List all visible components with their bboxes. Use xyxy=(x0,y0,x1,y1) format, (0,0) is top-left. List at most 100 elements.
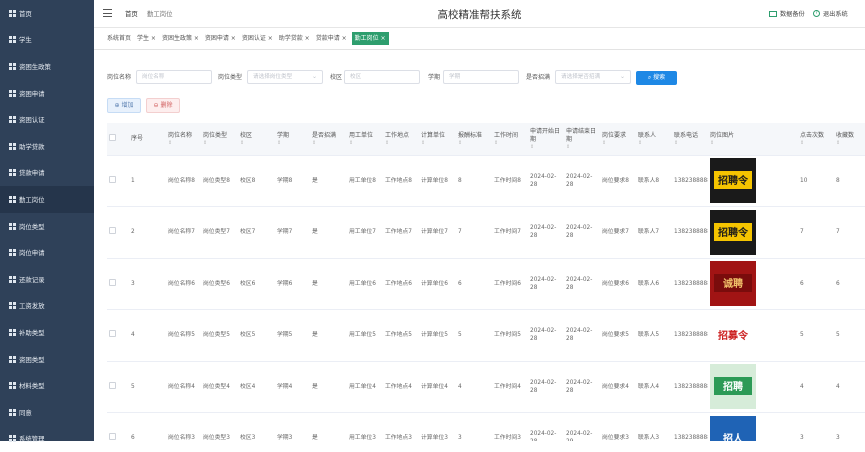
logout-button[interactable]: ? 退出系统 xyxy=(813,9,848,18)
sort-arrows-icon[interactable]: ⇕ xyxy=(385,140,417,146)
sort-arrows-icon[interactable]: ⇕ xyxy=(312,140,345,146)
column-header[interactable]: 申请开始日期⇕ xyxy=(528,123,564,155)
sidebar-item[interactable]: 资困生政策 xyxy=(0,53,94,80)
column-header[interactable]: 岗位要求⇕ xyxy=(600,123,636,155)
column-header[interactable]: 报酬标准⇕ xyxy=(456,123,492,155)
sort-arrows-icon[interactable]: ⇕ xyxy=(168,140,199,146)
sort-arrows-icon[interactable]: ⇕ xyxy=(836,140,865,146)
campus-input[interactable]: 校区 xyxy=(344,70,420,84)
svg-text:招募令: 招募令 xyxy=(718,329,749,342)
search-button[interactable]: ⌕ 搜索 xyxy=(636,71,677,85)
table-cell: 2024-02-28 xyxy=(528,413,564,442)
sort-arrows-icon[interactable]: ⇕ xyxy=(277,140,308,146)
sidebar-item[interactable]: 工资发放 xyxy=(0,293,94,320)
column-header[interactable]: 学期⇕ xyxy=(275,123,310,155)
sidebar-item[interactable]: 材料类型 xyxy=(0,372,94,399)
row-checkbox[interactable] xyxy=(109,176,116,183)
sort-arrows-icon[interactable]: ⇕ xyxy=(240,140,273,146)
job-name-input[interactable]: 岗位名称 xyxy=(136,70,212,84)
sidebar-item[interactable]: 首页 xyxy=(0,0,94,27)
job-image[interactable]: 招募令 xyxy=(710,313,756,358)
sort-arrows-icon[interactable]: ⇕ xyxy=(566,144,598,150)
sidebar-item[interactable]: 资困类型 xyxy=(0,346,94,373)
row-checkbox[interactable] xyxy=(109,382,116,389)
cell-text: 工作地点6 xyxy=(385,281,412,287)
row-select-cell xyxy=(107,361,129,413)
job-image[interactable]: 招聘令 xyxy=(710,210,756,255)
table-cell: 2024-02-28 xyxy=(528,258,564,310)
table-cell: 2024-02-28 xyxy=(564,310,600,362)
column-header[interactable]: 工作时间⇕ xyxy=(492,123,528,155)
cell-text: 是 xyxy=(312,332,318,338)
tab[interactable]: 贷款申请 × xyxy=(315,32,348,45)
sidebar-item[interactable]: 同意 xyxy=(0,399,94,426)
sidebar-item[interactable]: 资困认证 xyxy=(0,106,94,133)
column-header[interactable]: 收藏数⇕ xyxy=(834,123,865,155)
tab[interactable]: 资困生政策 × xyxy=(161,32,200,45)
sort-arrows-icon[interactable]: ⇕ xyxy=(674,140,706,146)
select-all-checkbox[interactable] xyxy=(109,134,116,141)
breadcrumb-home[interactable]: 首页 xyxy=(125,9,138,18)
sort-arrows-icon[interactable]: ⇕ xyxy=(458,140,490,146)
column-header[interactable]: 岗位类型⇕ xyxy=(201,123,238,155)
tab[interactable]: 资困申请 × xyxy=(204,32,237,45)
column-header[interactable]: 联系人⇕ xyxy=(636,123,672,155)
sort-arrows-icon[interactable]: ⇕ xyxy=(530,144,562,150)
column-header[interactable]: 用工单位⇕ xyxy=(347,123,383,155)
sidebar-item[interactable]: 还款记录 xyxy=(0,266,94,293)
cell-text: 5 xyxy=(800,332,804,338)
sort-arrows-icon[interactable]: ⇕ xyxy=(494,140,526,146)
sort-arrows-icon[interactable]: ⇕ xyxy=(638,140,670,146)
row-checkbox[interactable] xyxy=(109,330,116,337)
sidebar-item[interactable]: 助学贷款 xyxy=(0,133,94,160)
column-header[interactable]: 是否招满⇕ xyxy=(310,123,347,155)
sort-arrows-icon[interactable]: ⇕ xyxy=(602,140,634,146)
column-header[interactable]: 序号 xyxy=(129,123,166,155)
column-header[interactable]: 申请结束日期⇕ xyxy=(564,123,600,155)
job-image[interactable]: 招聘令 xyxy=(710,158,756,203)
sidebar-item[interactable]: 贷款申请 xyxy=(0,160,94,187)
job-image[interactable]: 招人 xyxy=(710,416,756,441)
job-image[interactable]: 招聘 xyxy=(710,364,756,409)
column-header[interactable]: 校区⇕ xyxy=(238,123,275,155)
tab[interactable]: 系统首页 xyxy=(106,32,132,45)
row-checkbox[interactable] xyxy=(109,279,116,286)
column-header[interactable]: 岗位名称⇕ xyxy=(166,123,201,155)
is-full-select[interactable]: 请选择是否招满⌄ xyxy=(555,70,631,84)
sort-arrows-icon[interactable]: ⇕ xyxy=(421,140,454,146)
sidebar-item[interactable]: 岗位申请 xyxy=(0,239,94,266)
sort-arrows-icon[interactable]: ⇕ xyxy=(800,140,832,146)
cell-text: 6 xyxy=(131,435,135,441)
sidebar-item[interactable]: 资困申请 xyxy=(0,80,94,107)
add-button[interactable]: ⊕ 增加 xyxy=(107,98,141,113)
cell-text: 工作时间8 xyxy=(494,178,521,184)
backup-button[interactable]: 数据备份 xyxy=(769,9,805,18)
column-header[interactable]: 联系电话⇕ xyxy=(672,123,708,155)
column-header[interactable]: 岗位图片⇕ xyxy=(708,123,798,155)
sidebar-item[interactable]: 学生 xyxy=(0,27,94,54)
menu-toggle-icon[interactable] xyxy=(103,9,112,17)
tab[interactable]: 学生 × xyxy=(136,32,157,45)
sidebar-item[interactable]: 系统管理 xyxy=(0,426,94,452)
tab[interactable]: 资困认证 × xyxy=(241,32,274,45)
tab[interactable]: 助学贷款 × xyxy=(278,32,311,45)
column-header[interactable]: 计算单位⇕ xyxy=(419,123,456,155)
cell-text: 岗位名称6 xyxy=(168,281,195,287)
job-image[interactable]: 诚聘 xyxy=(710,261,756,306)
sort-arrows-icon[interactable]: ⇕ xyxy=(203,140,236,146)
column-header[interactable]: 工作地点⇕ xyxy=(383,123,419,155)
cell-text: 7 xyxy=(836,229,840,235)
sort-arrows-icon[interactable]: ⇕ xyxy=(710,140,796,146)
sort-arrows-icon[interactable]: ⇕ xyxy=(349,140,381,146)
delete-button[interactable]: ⊖ 删除 xyxy=(146,98,180,113)
column-header[interactable]: 点击次数⇕ xyxy=(798,123,834,155)
tab[interactable]: 勤工岗位 × xyxy=(352,32,389,45)
term-input[interactable]: 学期 xyxy=(443,70,519,84)
job-type-select[interactable]: 请选择岗位类型⌄ xyxy=(247,70,323,84)
sidebar-item[interactable]: 补助类型 xyxy=(0,319,94,346)
row-checkbox[interactable] xyxy=(109,227,116,234)
row-checkbox[interactable] xyxy=(109,433,116,440)
cell-text: 工作地点5 xyxy=(385,332,412,338)
sidebar-item[interactable]: 勤工岗位 xyxy=(0,186,94,213)
sidebar-item[interactable]: 岗位类型 xyxy=(0,213,94,240)
